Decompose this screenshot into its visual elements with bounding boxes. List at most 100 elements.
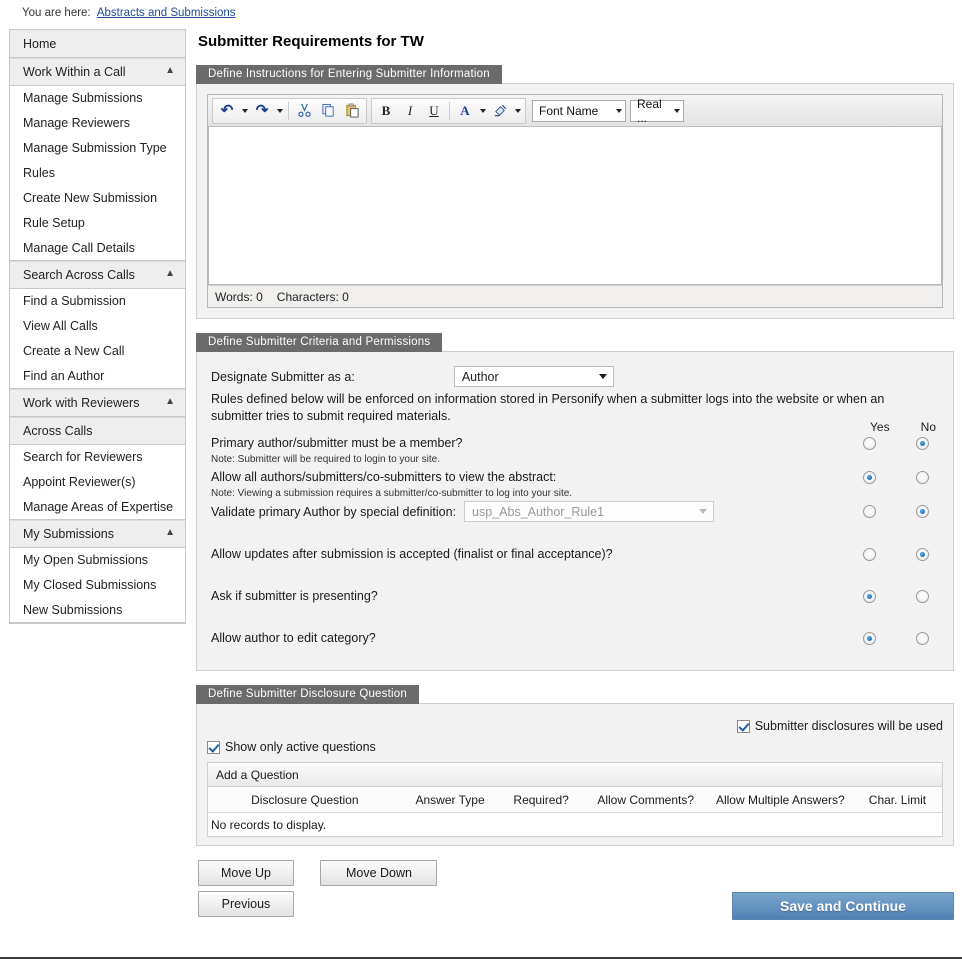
sidebar-group-search-across-calls[interactable]: Search Across Calls ▲ [10, 261, 185, 289]
highlight-icon[interactable] [488, 100, 512, 122]
font-color-icon[interactable]: A [453, 100, 477, 122]
sidebar-item-create-a-new-call[interactable]: Create a New Call [10, 339, 185, 364]
move-down-button[interactable]: Move Down [320, 860, 438, 886]
disclosure-panel-body: Submitter disclosures will be used Show … [196, 703, 954, 846]
page-title: Submitter Requirements for TW [198, 33, 424, 50]
disclosures-used-row: Submitter disclosures will be used [207, 714, 943, 738]
chevron-up-icon[interactable]: ▲ [165, 269, 175, 279]
sidebar-item-rules[interactable]: Rules [10, 161, 185, 186]
grid-column-headers: Disclosure Question Answer Type Required? A… [208, 787, 942, 813]
chevron-up-icon[interactable]: ▲ [165, 66, 175, 76]
highlight-dropdown-arrow-icon[interactable] [512, 100, 523, 122]
radio-yes[interactable] [863, 470, 876, 484]
grid-column-header[interactable]: Disclosure Question [208, 793, 402, 807]
sidebar-item-find-a-submission[interactable]: Find a Submission [10, 289, 185, 314]
sidebar-item-create-new-submission[interactable]: Create New Submission [10, 186, 185, 211]
save-and-continue-button[interactable]: Save and Continue [732, 892, 954, 920]
sidebar-group-work-within-a-call[interactable]: Work Within a Call ▲ [10, 58, 185, 86]
undo-icon[interactable]: ↶ [215, 100, 239, 122]
no-column-header: No [920, 420, 936, 434]
sidebar-group-my-submissions[interactable]: My Submissions ▲ [10, 520, 185, 548]
radio-no[interactable] [916, 631, 929, 645]
sidebar-group-across-calls[interactable]: Across Calls [10, 417, 185, 445]
criteria-question-label: Allow updates after submission is accept… [211, 547, 613, 561]
sidebar-group-work-with-reviewers[interactable]: Work with Reviewers ▲ [10, 389, 185, 417]
cut-icon[interactable] [292, 100, 316, 122]
font-size-dropdown[interactable]: Real ... [630, 97, 684, 125]
show-only-active-questions-checkbox[interactable] [207, 740, 220, 754]
sidebar-group-label: Across Calls [23, 424, 93, 438]
redo-dropdown-arrow-icon[interactable] [274, 100, 285, 122]
radio-no[interactable] [916, 505, 929, 518]
validate-author-definition-dropdown[interactable]: usp_Abs_Author_Rule1 [464, 501, 715, 522]
sidebar-item-my-closed-submissions[interactable]: My Closed Submissions [10, 573, 185, 598]
radio-no[interactable] [916, 547, 929, 561]
criteria-question-label: Allow author to edit category? [211, 631, 376, 645]
disclosures-will-be-used-checkbox[interactable] [736, 719, 750, 733]
font-name-dropdown[interactable]: Font Name [532, 99, 626, 122]
chevron-down-icon [674, 108, 680, 113]
redo-icon[interactable]: ↷ [250, 100, 274, 122]
yes-no-radio-group [863, 505, 929, 518]
grid-column-header[interactable]: Required? [499, 793, 584, 807]
move-up-button[interactable]: Move Up [198, 860, 294, 886]
disclosures-will-be-used-checkbox-row[interactable]: Submitter disclosures will be used [736, 714, 943, 738]
sidebar-item-search-for-reviewers[interactable]: Search for Reviewers [10, 445, 185, 470]
sidebar-item-manage-call-details[interactable]: Manage Call Details [10, 236, 185, 261]
sidebar-item-find-an-author[interactable]: Find an Author [10, 364, 185, 389]
sidebar-item-manage-submissions[interactable]: Manage Submissions [10, 86, 185, 111]
radio-yes[interactable] [863, 436, 876, 450]
underline-icon[interactable]: U [422, 100, 446, 122]
sidebar-item-view-all-calls[interactable]: View All Calls [10, 314, 185, 339]
criteria-panel-body: Designate Submitter as a: Author Rules d… [196, 351, 954, 671]
radio-yes[interactable] [863, 631, 876, 645]
radio-no[interactable] [916, 436, 929, 450]
validate-author-definition-value: usp_Abs_Author_Rule1 [472, 504, 605, 519]
breadcrumb-link-abstracts-and-submissions[interactable]: Abstracts and Submissions [97, 7, 236, 19]
editor-content-area[interactable] [208, 127, 942, 285]
sidebar-group-label: Work Within a Call [23, 65, 126, 79]
chevron-down-icon [598, 374, 607, 379]
yes-no-radio-group [863, 547, 929, 561]
add-a-question-button[interactable]: Add a Question [208, 763, 942, 787]
yes-column-header: Yes [870, 420, 890, 434]
chevron-up-icon[interactable]: ▲ [165, 528, 175, 538]
sidebar-group-home[interactable]: Home [10, 30, 185, 58]
designate-submitter-dropdown[interactable]: Author [453, 366, 614, 387]
radio-yes[interactable] [863, 547, 876, 561]
criteria-panel: Define Submitter Criteria and Permission… [196, 332, 954, 671]
sidebar-group-label: Work with Reviewers [23, 396, 140, 410]
bold-icon[interactable]: B [374, 100, 398, 122]
chevron-down-icon [616, 108, 622, 113]
radio-no[interactable] [916, 589, 929, 603]
grid-column-header[interactable]: Char. Limit [853, 793, 942, 807]
font-color-dropdown-arrow-icon[interactable] [477, 100, 488, 122]
italic-icon[interactable]: I [398, 100, 422, 122]
criteria-questions-list: Primary author/submitter must be a membe… [207, 433, 943, 648]
sidebar-item-manage-submission-type[interactable]: Manage Submission Type [10, 136, 185, 161]
grid-column-header[interactable]: Allow Comments? [584, 793, 708, 807]
sidebar-item-manage-reviewers[interactable]: Manage Reviewers [10, 111, 185, 136]
show-only-active-questions-checkbox-row[interactable]: Show only active questions [207, 740, 943, 754]
sidebar-item-manage-areas-of-expertise[interactable]: Manage Areas of Expertise [10, 495, 185, 520]
chevron-up-icon[interactable]: ▲ [165, 397, 175, 407]
paste-icon[interactable] [340, 100, 364, 122]
grid-column-header[interactable]: Allow Multiple Answers? [708, 793, 853, 807]
sidebar-item-my-open-submissions[interactable]: My Open Submissions [10, 548, 185, 573]
previous-button[interactable]: Previous [198, 891, 294, 917]
toolbar-divider [449, 101, 450, 120]
criteria-question-row: Allow all authors/submitters/co-submitte… [211, 467, 943, 487]
grid-column-header[interactable]: Answer Type [402, 793, 499, 807]
disclosure-questions-grid: Add a Question Disclosure Question Answer… [207, 762, 943, 837]
radio-yes[interactable] [863, 505, 876, 518]
copy-icon[interactable] [316, 100, 340, 122]
criteria-question-row: Allow author to edit category? [211, 628, 943, 648]
sidebar-item-new-submissions[interactable]: New Submissions [10, 598, 185, 623]
radio-yes[interactable] [863, 589, 876, 603]
sidebar-item-rule-setup[interactable]: Rule Setup [10, 211, 185, 236]
yes-no-radio-group [863, 470, 929, 484]
sidebar-navigation: Home Work Within a Call ▲ Manage Submission… [9, 29, 186, 624]
sidebar-item-appoint-reviewer-s[interactable]: Appoint Reviewer(s) [10, 470, 185, 495]
radio-no[interactable] [916, 470, 929, 484]
undo-dropdown-arrow-icon[interactable] [239, 100, 250, 122]
